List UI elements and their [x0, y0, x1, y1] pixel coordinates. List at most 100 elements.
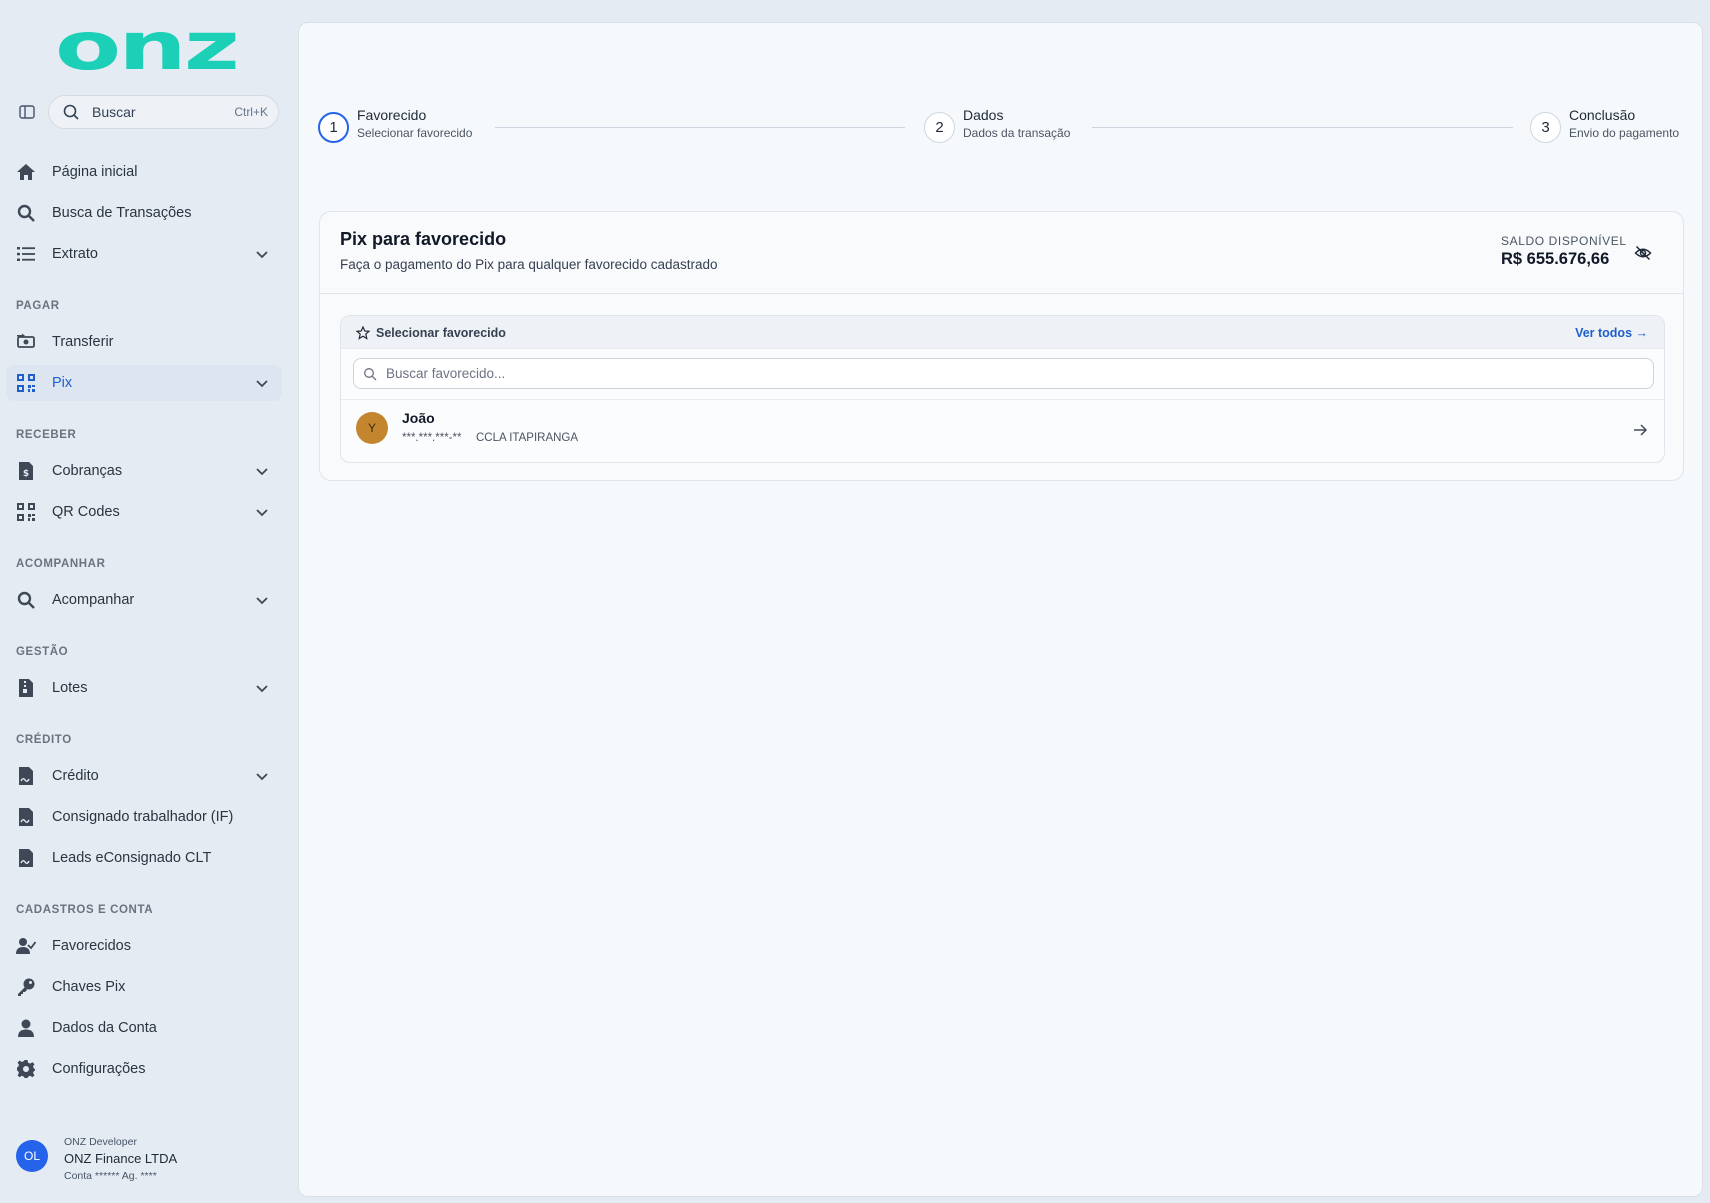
- sidebar-item-label: Lotes: [52, 680, 88, 696]
- search-icon: [17, 591, 35, 609]
- file-signature-icon: [19, 849, 33, 867]
- svg-text:$: $: [23, 469, 29, 479]
- file-signature-icon: [19, 808, 33, 826]
- star-icon: [356, 326, 370, 340]
- sidebar-item-favorites[interactable]: Favorecidos: [6, 928, 282, 964]
- pix-favorite-card: Pix para favorecido Faça o pagamento do …: [319, 211, 1684, 481]
- sidebar-item-track[interactable]: Acompanhar: [6, 582, 282, 618]
- stepper-connector: [1092, 127, 1513, 128]
- search-icon: [17, 204, 35, 222]
- favorites-header-title: Selecionar favorecido: [376, 326, 506, 340]
- invoice-icon: $: [19, 462, 33, 480]
- sidebar-item-label: Dados da Conta: [52, 1020, 157, 1036]
- user-check-icon: [16, 938, 36, 954]
- favorite-list-item[interactable]: Y João ***.***.***-** CCLA ITAPIRANGA: [341, 399, 1664, 462]
- user-company: ONZ Finance LTDA: [64, 1151, 178, 1166]
- sidebar-item-label: Transferir: [52, 334, 114, 350]
- money-transfer-icon: [17, 333, 35, 348]
- search-placeholder: Buscar: [92, 104, 136, 120]
- see-all-link[interactable]: Ver todos →: [1575, 326, 1648, 340]
- qr-code-icon: [17, 503, 35, 521]
- list-icon: [17, 247, 35, 261]
- sidebar-item-label: Cobranças: [52, 463, 123, 479]
- section-registry: CADASTROS E CONTA: [16, 904, 154, 916]
- user-role: ONZ Developer: [64, 1136, 137, 1148]
- chevron-down-icon: [256, 468, 268, 476]
- chevron-down-icon: [256, 509, 268, 517]
- sidebar-toggle-icon[interactable]: [18, 103, 36, 121]
- favorite-document: ***.***.***-**: [402, 432, 462, 444]
- section-pay: PAGAR: [16, 300, 60, 312]
- step-number: 1: [318, 112, 349, 143]
- sidebar-item-account[interactable]: Dados da Conta: [6, 1010, 282, 1046]
- avatar: OL: [16, 1140, 48, 1172]
- file-signature-icon: [19, 767, 33, 785]
- sidebar-item-qrcodes[interactable]: QR Codes: [6, 494, 282, 530]
- page-title: Pix para favorecido: [340, 229, 507, 249]
- chevron-down-icon: [256, 251, 268, 259]
- step-title: Conclusão: [1569, 107, 1636, 123]
- favorites-selector: Selecionar favorecido Ver todos → Y João…: [340, 315, 1665, 463]
- step-title: Dados: [963, 107, 1004, 123]
- sidebar-item-pix-keys[interactable]: Chaves Pix: [6, 969, 282, 1005]
- step-subtitle: Envio do pagamento: [1569, 126, 1680, 140]
- sidebar-item-label: QR Codes: [52, 504, 120, 520]
- step-number: 3: [1530, 112, 1561, 143]
- sidebar-item-credit[interactable]: Crédito: [6, 758, 282, 794]
- search-shortcut: Ctrl+K: [234, 105, 268, 119]
- sidebar-item-label: Leads eConsignado CLT: [52, 850, 212, 866]
- eye-off-icon[interactable]: [1634, 244, 1652, 262]
- user-profile[interactable]: OL ONZ Developer ONZ Finance LTDA Conta …: [16, 1136, 276, 1190]
- search-icon: [63, 104, 79, 120]
- chevron-down-icon: [256, 773, 268, 781]
- balance-value: R$ 655.676,66: [1501, 250, 1610, 268]
- sidebar-item-label: Extrato: [52, 246, 98, 262]
- favorite-search-field[interactable]: [353, 358, 1654, 389]
- onz-logo[interactable]: onz: [55, 22, 237, 76]
- sidebar-item-charges[interactable]: $ Cobranças: [6, 453, 282, 489]
- gear-icon: [17, 1060, 35, 1078]
- sidebar-item-batches[interactable]: Lotes: [6, 670, 282, 706]
- user-account: Conta ****** Ag. ****: [64, 1170, 157, 1182]
- sidebar-item-label: Página inicial: [52, 164, 138, 180]
- qr-code-icon: [17, 374, 35, 392]
- sidebar-item-label: Busca de Transações: [52, 205, 192, 221]
- sidebar-item-label: Pix: [52, 375, 73, 391]
- sidebar-item-transfer[interactable]: Transferir: [6, 324, 282, 360]
- sidebar-item-settings[interactable]: Configurações: [6, 1051, 282, 1087]
- main-panel: 1 Favorecido Selecionar favorecido 2 Dad…: [298, 22, 1703, 1197]
- search-icon: [364, 367, 377, 380]
- section-management: GESTÃO: [16, 646, 69, 658]
- favorite-bank: CCLA ITAPIRANGA: [476, 432, 579, 444]
- sidebar-item-leads[interactable]: Leads eConsignado CLT: [6, 840, 282, 876]
- favorites-header: Selecionar favorecido Ver todos →: [341, 316, 1664, 349]
- balance-label: SALDO DISPONÍVEL: [1501, 234, 1627, 248]
- section-track: ACOMPANHAR: [16, 558, 106, 570]
- sidebar-item-home[interactable]: Página inicial: [6, 154, 282, 190]
- sidebar-item-statement[interactable]: Extrato: [6, 236, 282, 272]
- sidebar-item-label: Acompanhar: [52, 592, 135, 608]
- favorite-search-input[interactable]: [386, 366, 1636, 381]
- global-search[interactable]: Buscar Ctrl+K: [48, 95, 279, 129]
- section-credit: CRÉDITO: [16, 734, 72, 746]
- sidebar-item-transaction-search[interactable]: Busca de Transações: [6, 195, 282, 231]
- card-header: Pix para favorecido Faça o pagamento do …: [320, 212, 1683, 294]
- sidebar-item-label: Consignado trabalhador (IF): [52, 809, 234, 825]
- sidebar-item-pix[interactable]: Pix: [6, 365, 282, 401]
- page-description: Faça o pagamento do Pix para qualquer fa…: [340, 257, 718, 272]
- sidebar-item-label: Configurações: [52, 1061, 146, 1077]
- sidebar-item-label: Crédito: [52, 768, 99, 784]
- favorite-avatar: Y: [356, 412, 388, 444]
- sidebar: onz Buscar Ctrl+K Página inicial Busca d…: [0, 0, 297, 1203]
- sidebar-item-label: Favorecidos: [52, 938, 131, 954]
- home-icon: [17, 164, 35, 180]
- chevron-down-icon: [256, 685, 268, 693]
- arrow-right-icon: [1634, 424, 1647, 436]
- chevron-down-icon: [256, 380, 268, 388]
- stepper-connector: [495, 127, 905, 128]
- sidebar-item-payroll-loan[interactable]: Consignado trabalhador (IF): [6, 799, 282, 835]
- section-receive: RECEBER: [16, 429, 77, 441]
- chevron-down-icon: [256, 597, 268, 605]
- step-title: Favorecido: [357, 107, 427, 123]
- sidebar-item-label: Chaves Pix: [52, 979, 126, 995]
